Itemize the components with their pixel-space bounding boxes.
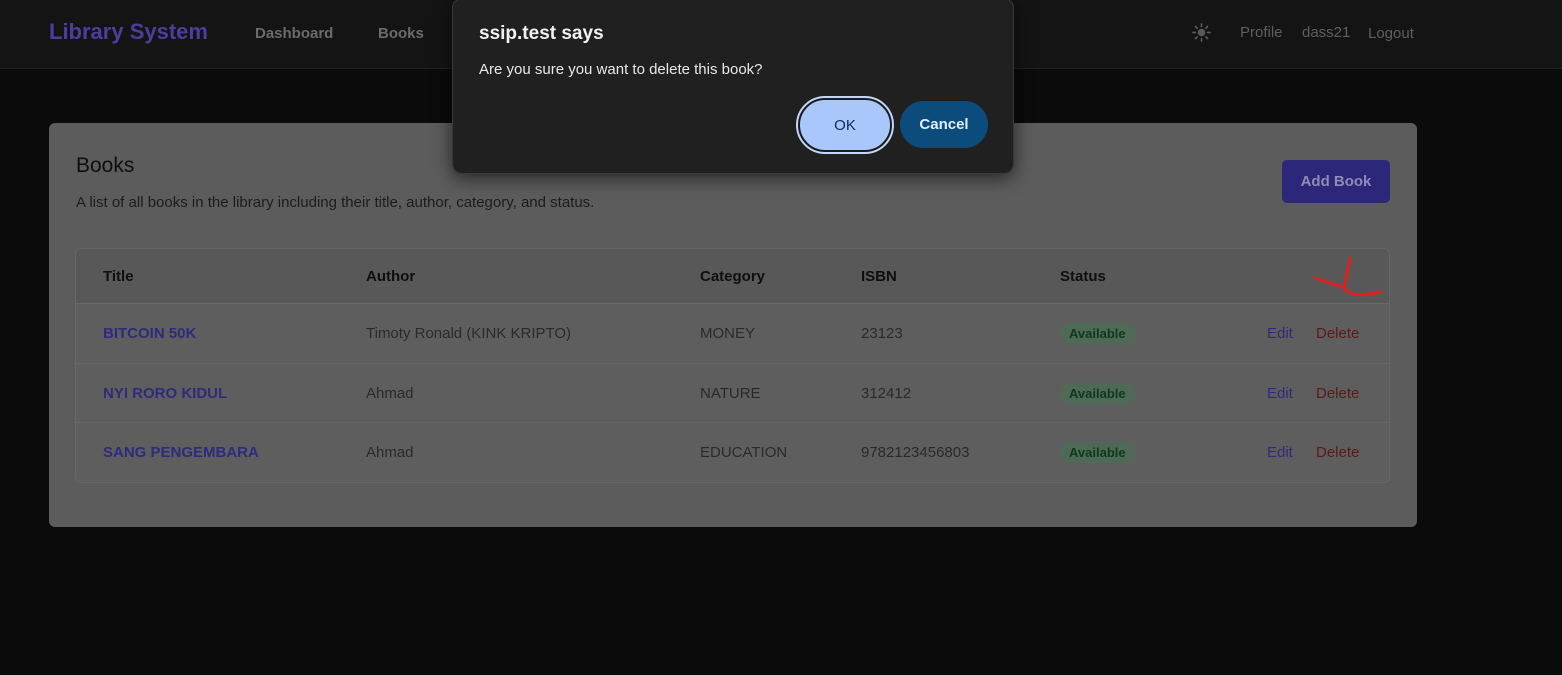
nav-books[interactable]: Books	[378, 25, 424, 42]
ok-button[interactable]: OK	[796, 96, 894, 154]
cancel-button[interactable]: Cancel	[900, 101, 988, 148]
nav-dashboard[interactable]: Dashboard	[255, 25, 333, 42]
book-isbn: 9782123456803	[861, 444, 970, 461]
table-row: NYI RORO KIDUL Ahmad NATURE 312412 Avail…	[76, 363, 1389, 422]
book-category: EDUCATION	[700, 444, 788, 461]
edit-link[interactable]: Edit	[1267, 325, 1293, 342]
nav-logout[interactable]: Logout	[1368, 25, 1414, 42]
header-status: Status	[1060, 268, 1106, 285]
book-title-link[interactable]: SANG PENGEMBARA	[103, 444, 259, 461]
table-row: BITCOIN 50K Timoty Ronald (KINK KRIPTO) …	[76, 304, 1389, 363]
delete-link[interactable]: Delete	[1316, 325, 1359, 342]
add-book-button[interactable]: Add Book	[1282, 160, 1390, 203]
delete-link[interactable]: Delete	[1316, 444, 1359, 461]
status-badge: Available	[1060, 383, 1135, 404]
book-author: Ahmad	[366, 385, 414, 402]
book-category: MONEY	[700, 325, 756, 342]
books-table: Title Author Category ISBN Status BITCOI…	[75, 248, 1390, 483]
book-author: Ahmad	[366, 444, 414, 461]
edit-link[interactable]: Edit	[1267, 385, 1293, 402]
status-badge: Available	[1060, 323, 1135, 344]
header-category: Category	[700, 268, 766, 285]
book-category: NATURE	[700, 385, 761, 402]
page-description: A list of all books in the library inclu…	[76, 194, 595, 211]
red-annotation-mark	[1313, 256, 1382, 297]
edit-link[interactable]: Edit	[1267, 444, 1293, 461]
header-isbn: ISBN	[861, 268, 897, 285]
books-card: Books A list of all books in the library…	[49, 123, 1417, 527]
delete-link[interactable]: Delete	[1316, 385, 1359, 402]
status-badge: Available	[1060, 442, 1135, 463]
dialog-title: ssip.test says	[479, 23, 604, 44]
book-title-link[interactable]: BITCOIN 50K	[103, 325, 196, 342]
sun-icon[interactable]	[1192, 23, 1211, 42]
table-row: SANG PENGEMBARA Ahmad EDUCATION 97821234…	[76, 422, 1389, 481]
book-isbn: 312412	[861, 385, 912, 402]
book-title-link[interactable]: NYI RORO KIDUL	[103, 385, 227, 402]
book-isbn: 23123	[861, 325, 903, 342]
nav-profile[interactable]: Profile	[1240, 24, 1283, 41]
nav-username: dass21	[1302, 24, 1351, 41]
dialog-message: Are you sure you want to delete this boo…	[479, 61, 763, 78]
table-header: Title Author Category ISBN Status	[76, 249, 1389, 304]
header-author: Author	[366, 268, 416, 285]
brand-logo[interactable]: Library System	[49, 19, 208, 45]
book-author: Timoty Ronald (KINK KRIPTO)	[366, 325, 572, 342]
confirm-dialog: ssip.test says Are you sure you want to …	[452, 0, 1014, 174]
header-title: Title	[103, 268, 134, 285]
page-title: Books	[76, 154, 135, 177]
